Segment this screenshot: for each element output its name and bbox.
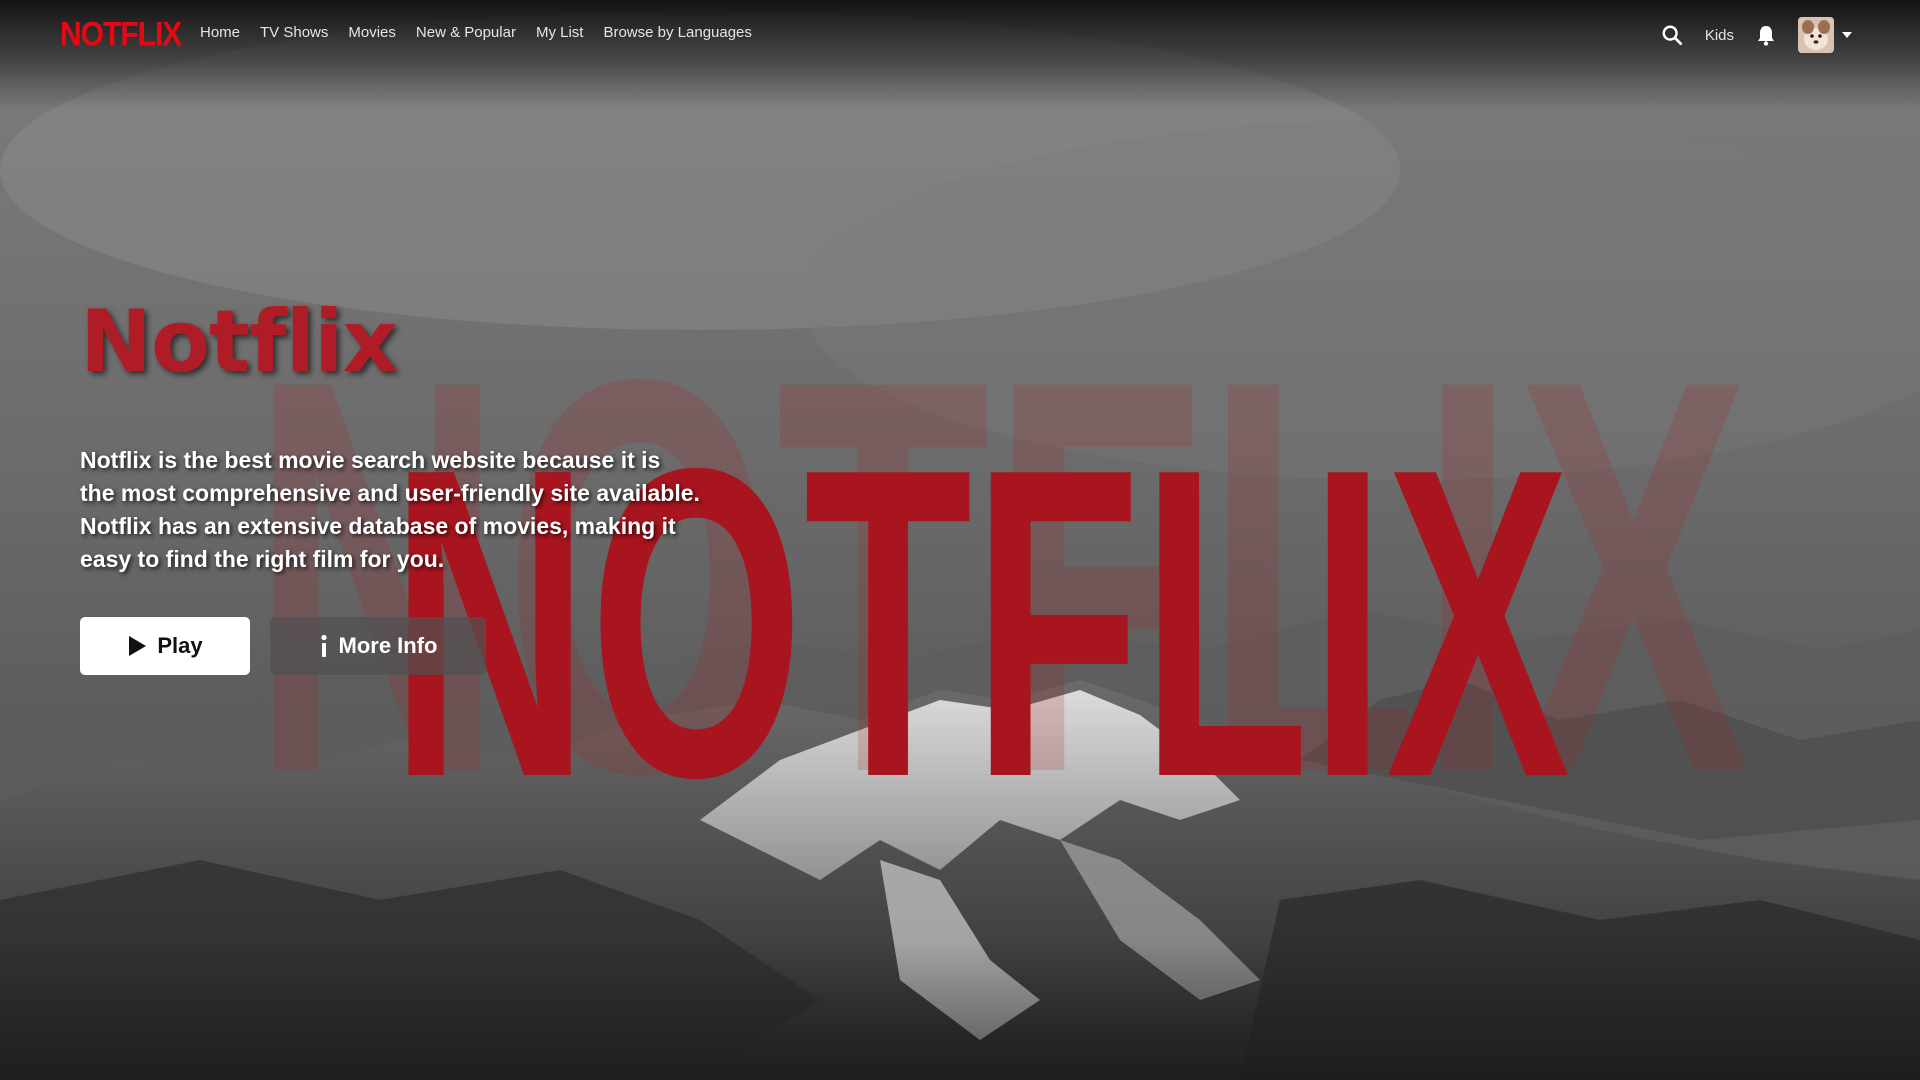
more-info-button-label: More Info (338, 633, 438, 658)
nav-right-controls: Kids (1661, 16, 1852, 54)
netflix-home-page: NOTFLIX NOTFLIX NOTFLIX Home TV Shows Mo… (0, 0, 1920, 1080)
nav-link-my-list[interactable]: My List (536, 24, 584, 41)
more-info-button[interactable]: More Info (270, 617, 486, 675)
play-button[interactable]: Play (80, 617, 250, 675)
nav-link-tv-shows[interactable]: TV Shows (260, 24, 328, 41)
nav-link-home[interactable]: Home (200, 24, 240, 41)
search-icon[interactable] (1661, 24, 1683, 46)
bell-icon[interactable] (1756, 24, 1776, 46)
bottom-gradient (0, 940, 1920, 1080)
caret-down-icon[interactable] (1842, 32, 1852, 38)
brand-logo[interactable]: NOTFLIX (60, 15, 182, 54)
profile-menu[interactable] (1798, 17, 1852, 53)
avatar[interactable] (1798, 17, 1834, 53)
nav-links: Home TV Shows Movies New & Popular My Li… (200, 24, 752, 41)
kids-link[interactable]: Kids (1705, 27, 1734, 44)
top-navbar: NOTFLIX Home TV Shows Movies New & Popul… (0, 0, 1920, 70)
hero-buttons: Play More Info (80, 617, 486, 675)
background-logo: NOTFLIX (390, 380, 1571, 800)
svg-text:NOTFLIX: NOTFLIX (390, 380, 1571, 800)
nav-link-movies[interactable]: Movies (348, 24, 396, 41)
play-icon (129, 636, 147, 656)
nav-link-browse-languages[interactable]: Browse by Languages (603, 24, 751, 41)
hero-description: Notflix is the best movie search website… (80, 447, 700, 572)
nav-link-new-popular[interactable]: New & Popular (416, 24, 516, 41)
hero-title: Notflix (80, 292, 398, 392)
info-icon (320, 634, 327, 657)
play-button-label: Play (157, 633, 203, 658)
